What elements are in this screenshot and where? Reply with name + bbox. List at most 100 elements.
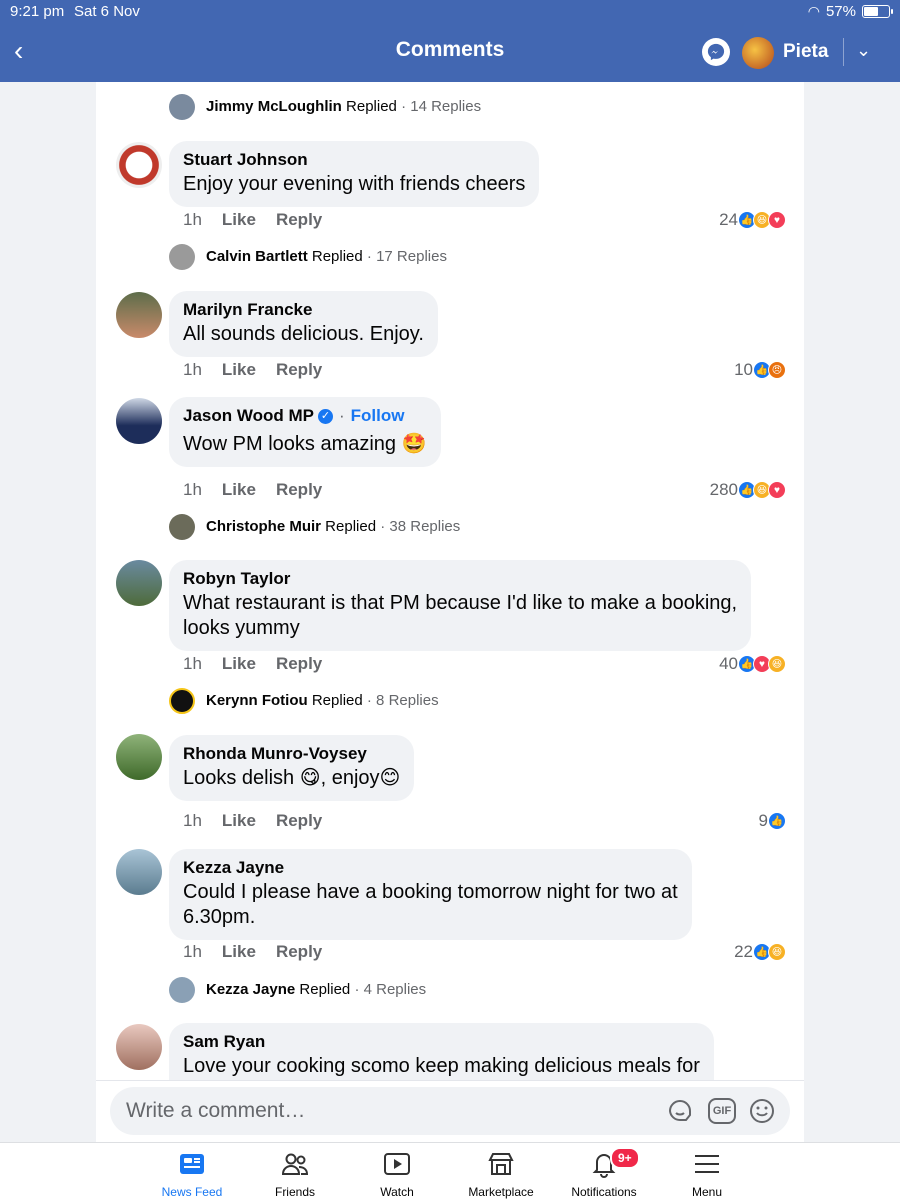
follow-button[interactable]: Follow <box>351 406 405 425</box>
comment-composer: Write a comment… GIF <box>96 1080 804 1142</box>
haha-reaction-icon: 😆 <box>768 655 786 673</box>
comment-author[interactable]: Kezza Jayne <box>183 858 678 878</box>
like-button[interactable]: Like <box>222 811 256 831</box>
comment-text: What restaurant is that PM because I'd l… <box>183 592 738 639</box>
comment-text: Enjoy your evening with friends cheers <box>183 173 526 195</box>
bottom-nav: News Feed Friends Watch Marketplace 9+ N… <box>0 1142 900 1200</box>
replier-name: Calvin Bartlett <box>206 248 308 265</box>
comment-author[interactable]: Stuart Johnson <box>183 150 525 170</box>
nav-marketplace[interactable]: Marketplace <box>451 1149 551 1199</box>
avatar[interactable] <box>116 142 162 188</box>
comment-author[interactable]: Rhonda Munro-Voysey <box>183 744 400 764</box>
nav-news-feed[interactable]: News Feed <box>142 1149 242 1199</box>
avatar[interactable] <box>116 560 162 606</box>
nav-label: Notifications <box>571 1185 637 1199</box>
comment-text: Wow PM looks amazing 🤩 <box>183 433 427 455</box>
comment-text: Could I please have a booking tomorrow n… <box>183 881 678 928</box>
angry-reaction-icon: 😠 <box>768 361 786 379</box>
comment-author[interactable]: Sam Ryan <box>183 1032 700 1052</box>
like-button[interactable]: Like <box>222 480 256 500</box>
comment-time: 1h <box>183 480 202 499</box>
reactions[interactable]: 280 👍 😆 ♥ <box>710 480 786 500</box>
comment-author-name[interactable]: Jason Wood MP <box>183 406 314 425</box>
wifi-icon: ◠ <box>807 3 820 19</box>
like-button[interactable]: Like <box>222 360 256 380</box>
news-feed-icon <box>180 1154 204 1174</box>
emoji-icon[interactable] <box>748 1098 776 1124</box>
comment-text: Love your cooking scomo keep making deli… <box>183 1055 700 1077</box>
replies-count: · 14 Replies <box>401 98 482 115</box>
avatar <box>169 244 195 270</box>
reply-button[interactable]: Reply <box>276 210 322 230</box>
reply-button[interactable]: Reply <box>276 480 322 500</box>
friends-icon <box>281 1153 309 1175</box>
replied-label: Replied <box>311 248 363 265</box>
status-date: Sat 6 Nov <box>74 3 140 20</box>
replies-summary-text: Jimmy McLoughlin Replied · 14 Replies <box>206 98 481 115</box>
reactions[interactable]: 9 👍 <box>759 811 786 831</box>
avatar[interactable] <box>116 292 162 338</box>
user-avatar[interactable] <box>742 37 774 69</box>
reactions[interactable]: 10 👍 😠 <box>734 360 786 380</box>
nav-label: Watch <box>380 1185 414 1199</box>
comment-actions: 1h Like Reply <box>183 480 322 500</box>
avatar[interactable] <box>116 849 162 895</box>
like-button[interactable]: Like <box>222 654 256 674</box>
avatar[interactable] <box>116 398 162 444</box>
comment-actions: 1h Like Reply <box>183 360 322 380</box>
replies-summary-text: Calvin Bartlett Replied · 17 Replies <box>206 248 447 265</box>
separator-dot: · <box>338 406 345 425</box>
comment-time: 1h <box>183 654 202 673</box>
like-button[interactable]: Like <box>222 942 256 962</box>
comment-bubble: Rhonda Munro-Voysey Looks delish 😋, enjo… <box>169 735 415 801</box>
status-right: ◠ 57% <box>807 3 893 20</box>
comment-actions: 1h Like Reply <box>183 811 322 831</box>
messenger-icon[interactable] <box>702 38 730 66</box>
reactions[interactable]: 22 👍 😆 <box>734 942 786 962</box>
replies-count: · 17 Replies <box>366 248 447 265</box>
replier-name: Kerynn Fotiou <box>206 692 308 709</box>
menu-icon <box>695 1155 719 1173</box>
comment-text: All sounds delicious. Enjoy. <box>183 323 424 345</box>
replied-label: Replied <box>299 981 351 998</box>
gif-icon[interactable]: GIF <box>708 1098 736 1124</box>
like-button[interactable]: Like <box>222 210 256 230</box>
chevron-down-icon[interactable]: ⌄ <box>856 40 871 61</box>
replier-name: Kezza Jayne <box>206 981 296 998</box>
comment-input[interactable]: Write a comment… GIF <box>110 1087 790 1135</box>
reaction-count: 280 <box>709 480 738 499</box>
love-reaction-icon: ♥ <box>768 481 786 499</box>
comment-bubble: Stuart Johnson Enjoy your evening with f… <box>169 141 540 207</box>
reply-button[interactable]: Reply <box>276 654 322 674</box>
reactions[interactable]: 24 👍 😆 ♥ <box>719 210 786 230</box>
sticker-icon[interactable] <box>666 1098 694 1124</box>
replies-count: · 38 Replies <box>380 518 461 535</box>
comment-author[interactable]: Robyn Taylor <box>183 569 737 589</box>
replier-name: Christophe Muir <box>206 518 321 535</box>
nav-friends[interactable]: Friends <box>245 1149 345 1199</box>
reaction-count: 40 <box>719 654 738 673</box>
nav-label: Marketplace <box>468 1185 534 1199</box>
replied-label: Replied <box>346 98 397 115</box>
reply-button[interactable]: Reply <box>276 811 322 831</box>
nav-notifications[interactable]: 9+ Notifications <box>554 1147 654 1199</box>
comment-bubble: Sam Ryan Love your cooking scomo keep ma… <box>169 1023 714 1083</box>
reaction-count: 10 <box>734 360 753 379</box>
comment-time: 1h <box>183 942 202 961</box>
reply-button[interactable]: Reply <box>276 942 322 962</box>
user-name[interactable]: Pieta <box>783 41 828 63</box>
reactions[interactable]: 40 👍 ♥ 😆 <box>719 654 786 674</box>
reply-button[interactable]: Reply <box>276 360 322 380</box>
nav-menu[interactable]: Menu <box>657 1149 757 1199</box>
avatar <box>169 514 195 540</box>
reaction-count: 24 <box>719 210 738 229</box>
replies-summary-text: Kezza Jayne Replied · 4 Replies <box>206 981 426 998</box>
avatar[interactable] <box>116 734 162 780</box>
comment-author[interactable]: Marilyn Francke <box>183 300 424 320</box>
avatar[interactable] <box>116 1024 162 1070</box>
comment-text: Looks delish 😋, enjoy😊 <box>183 767 401 789</box>
nav-watch[interactable]: Watch <box>347 1149 447 1199</box>
avatar <box>169 688 195 714</box>
comments-panel: Jimmy McLoughlin Replied · 14 Replies St… <box>96 82 804 1142</box>
replies-summary-text: Christophe Muir Replied · 38 Replies <box>206 518 460 535</box>
